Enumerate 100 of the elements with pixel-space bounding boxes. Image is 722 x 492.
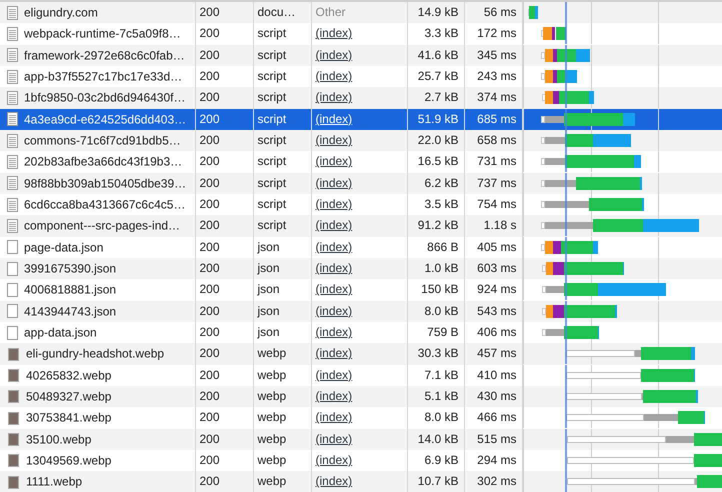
request-row[interactable]: 1111.webp 200 webp (index) 10.7 kB 302 ms — [0, 471, 722, 492]
document-icon — [7, 70, 18, 84]
initiator-link[interactable]: (index) — [316, 432, 352, 446]
initiator-link[interactable]: (index) — [316, 453, 352, 468]
file-name: app-data.json — [24, 325, 97, 340]
time-cell: 430 ms — [464, 386, 522, 408]
status-cell: 200 — [195, 471, 253, 492]
file-name: eli-gundry-headshot.webp — [26, 346, 164, 361]
request-row[interactable]: commons-71c6f7cd91bdb5… 200 script (index) 22.0 kB 658 ms — [0, 130, 722, 152]
size-cell: 5.1 kB — [407, 386, 464, 408]
file-name: component---src-pages-ind… — [24, 218, 180, 233]
timing-bar — [540, 48, 590, 62]
time-cell: 345 ms — [464, 44, 522, 66]
size-cell: 30.3 kB — [407, 343, 464, 365]
request-row[interactable]: 4143944743.json 200 json (index) 8.0 kB 543 ms — [0, 300, 722, 322]
timing-bar — [540, 240, 598, 254]
document-icon — [7, 155, 18, 170]
status-cell: 200 — [195, 428, 253, 450]
initiator-link[interactable]: (index) — [316, 218, 352, 232]
request-row[interactable]: component---src-pages-ind… 200 script (index) 91.2 kB 1.18 s — [0, 215, 722, 237]
time-cell: 457 ms — [464, 343, 522, 365]
size-cell: 91.2 kB — [407, 215, 464, 237]
initiator-link[interactable]: (index) — [316, 176, 352, 190]
request-row[interactable]: 50489327.webp 200 webp (index) 5.1 kB 430 ms — [0, 386, 722, 408]
file-name: 6cd6cca8ba4313667c6c4c5… — [24, 197, 186, 212]
file-name: page-data.json — [24, 240, 104, 254]
initiator-link[interactable]: (index) — [316, 197, 352, 212]
initiator-link[interactable]: (index) — [316, 90, 352, 104]
document-icon — [7, 91, 18, 106]
image-thumbnail — [8, 476, 19, 489]
initiator-text: Other — [316, 5, 346, 20]
type-cell: webp — [253, 428, 311, 450]
blank-page-icon — [7, 240, 18, 254]
type-cell: script — [253, 215, 311, 237]
file-name: 30753841.webp — [26, 410, 112, 425]
blank-page-icon — [7, 326, 18, 340]
request-row[interactable]: framework-2972e68c6c0fab… 200 script (index) 41.6 kB 345 ms — [0, 44, 722, 66]
size-cell: 14.0 kB — [407, 428, 464, 450]
initiator-link[interactable]: (index) — [316, 240, 352, 254]
request-row[interactable]: 3991675390.json 200 json (index) 1.0 kB 603 ms — [0, 258, 722, 280]
initiator-link[interactable]: (index) — [316, 325, 352, 340]
file-name: 40265832.webp — [26, 368, 112, 382]
status-cell: 200 — [195, 44, 253, 66]
document-icon — [7, 219, 18, 234]
initiator-link[interactable]: (index) — [316, 261, 352, 276]
initiator-link[interactable]: (index) — [316, 282, 352, 296]
image-thumbnail — [8, 390, 19, 404]
document-icon — [7, 112, 18, 126]
initiator-link[interactable]: (index) — [316, 346, 352, 360]
initiator-link[interactable]: (index) — [316, 133, 352, 148]
type-cell: json — [253, 258, 311, 280]
image-thumbnail — [8, 412, 19, 425]
initiator-link[interactable]: (index) — [316, 69, 352, 84]
file-name: commons-71c6f7cd91bdb5… — [24, 133, 181, 148]
status-cell: 200 — [195, 386, 253, 408]
status-cell: 200 — [195, 343, 253, 365]
timing-bar — [528, 6, 538, 20]
blank-page-icon — [7, 304, 18, 318]
time-cell: 515 ms — [464, 428, 522, 450]
status-cell: 200 — [195, 130, 253, 152]
image-thumbnail — [8, 368, 19, 382]
document-icon — [7, 176, 18, 190]
type-cell: script — [253, 172, 311, 194]
initiator-link[interactable]: (index) — [316, 368, 352, 382]
image-thumbnail — [8, 348, 19, 361]
request-row[interactable]: 35100.webp 200 webp (index) 14.0 kB 515 ms — [0, 428, 722, 450]
timing-bar — [542, 326, 598, 340]
initiator-link[interactable]: (index) — [316, 304, 352, 318]
size-cell: 6.2 kB — [407, 172, 464, 194]
type-cell: docu… — [253, 1, 311, 24]
initiator-link[interactable]: (index) — [316, 154, 352, 168]
file-name: 4006818881.json — [24, 282, 116, 297]
image-thumbnail — [8, 432, 19, 446]
type-cell: webp — [253, 471, 311, 492]
type-cell: json — [253, 300, 311, 322]
time-cell: 658 ms — [464, 130, 522, 152]
file-name: 1bfc9850-03c2bd6d946430f… — [24, 90, 186, 105]
file-name: eligundry.com — [24, 5, 98, 20]
initiator-link[interactable]: (index) — [316, 48, 352, 62]
time-cell: 1.18 s — [464, 215, 522, 237]
status-cell: 200 — [195, 215, 253, 237]
image-thumbnail — [8, 454, 19, 468]
initiator-link[interactable]: (index) — [316, 26, 352, 40]
request-row[interactable]: eli-gundry-headshot.webp 200 webp (index) 30.3 kB 457 ms — [0, 343, 722, 365]
request-row[interactable]: 98f88bb309ab150405dbe39… 200 script (index) 6.2 kB 737 ms — [0, 172, 722, 194]
blank-page-icon — [7, 262, 18, 276]
type-cell: webp — [253, 386, 311, 408]
request-row[interactable]: eligundry.com 200 docu… Other 14.9 kB 56 ms — [0, 1, 722, 24]
initiator-link[interactable]: (index) — [316, 389, 352, 404]
type-cell: script — [253, 44, 311, 66]
size-cell: 14.9 kB — [407, 1, 464, 24]
size-cell: 8.0 kB — [407, 300, 464, 322]
time-cell: 737 ms — [464, 172, 522, 194]
file-name: 202b83afbe3a66dc43f19b3… — [24, 154, 182, 169]
initiator-link[interactable]: (index) — [316, 410, 352, 424]
initiator-link[interactable]: (index) — [316, 474, 352, 488]
request-row[interactable]: 4a3ea9cd-e624525d6dd403… 200 script (index) 51.9 kB 685 ms — [0, 108, 722, 130]
size-cell: 22.0 kB — [407, 130, 464, 152]
initiator-link[interactable]: (index) — [316, 112, 352, 126]
request-row[interactable]: 1bfc9850-03c2bd6d946430f… 200 script (index) 2.7 kB 374 ms — [0, 87, 722, 109]
